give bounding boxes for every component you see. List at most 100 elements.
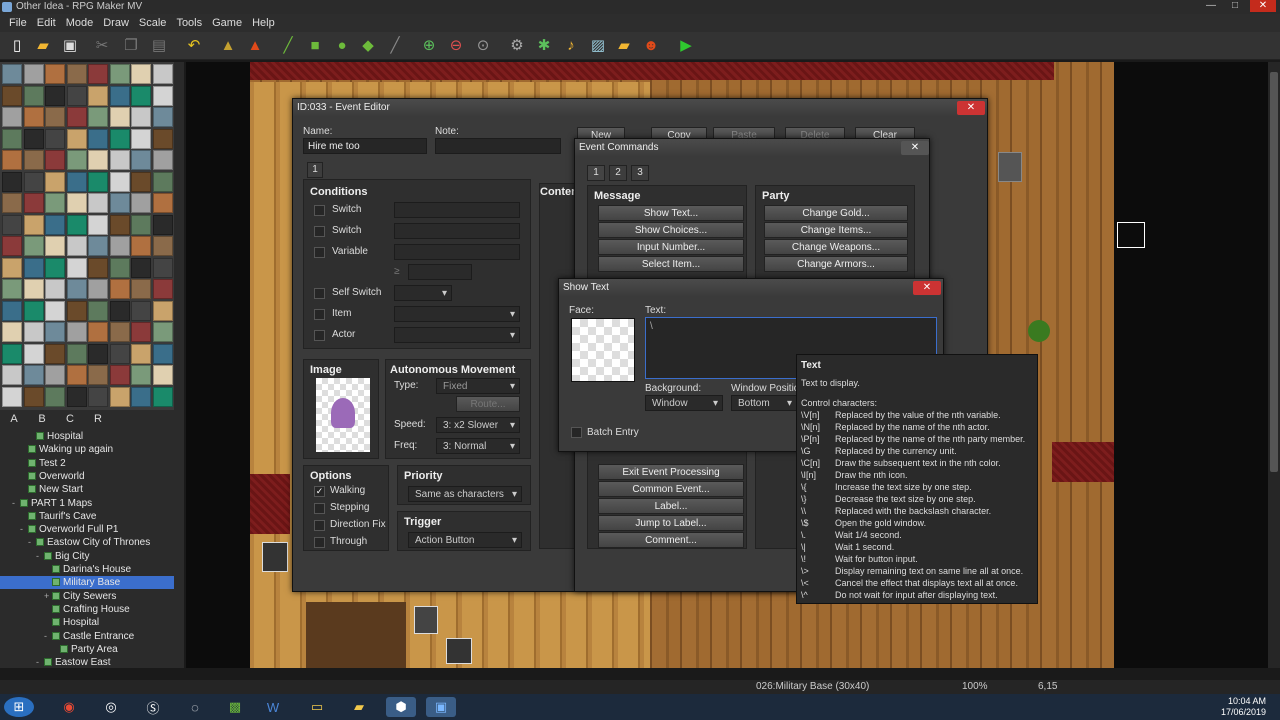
tile[interactable] (152, 343, 173, 364)
tile[interactable] (109, 322, 130, 342)
tile[interactable] (66, 64, 87, 84)
tile[interactable] (88, 300, 108, 321)
tile[interactable] (23, 128, 44, 149)
map-tree-item[interactable]: Crafting House (0, 603, 174, 616)
map-tree-item[interactable]: - Big City (0, 550, 174, 563)
tile[interactable] (88, 214, 108, 235)
tile[interactable] (88, 128, 108, 149)
tile[interactable] (23, 85, 44, 106)
zoom-out-icon[interactable]: ⊖ (446, 36, 466, 56)
tile[interactable] (66, 171, 87, 192)
tile[interactable] (88, 279, 108, 299)
shadow-pen-icon[interactable]: ╱ (385, 36, 405, 56)
tile[interactable] (131, 150, 151, 170)
tile[interactable] (109, 365, 130, 385)
tile[interactable] (66, 365, 87, 385)
tile[interactable] (109, 279, 130, 299)
map-scrollbar[interactable] (1268, 62, 1280, 668)
menu-file[interactable]: File (4, 17, 32, 29)
tile[interactable] (66, 300, 87, 321)
tile[interactable] (45, 64, 65, 84)
tab-a[interactable]: A (0, 410, 28, 428)
tile[interactable] (131, 300, 151, 321)
tile[interactable] (45, 365, 65, 385)
face-image-slot[interactable] (571, 318, 635, 382)
tile[interactable] (152, 171, 173, 192)
tile[interactable] (2, 365, 22, 385)
event-image[interactable] (316, 378, 370, 452)
tile[interactable] (66, 85, 87, 106)
tile[interactable] (131, 85, 151, 106)
show-choices-button[interactable]: Show Choices... (598, 222, 744, 238)
tile[interactable] (109, 150, 130, 170)
menu-mode[interactable]: Mode (61, 17, 99, 29)
exit-event-processing-button[interactable]: Exit Event Processing (598, 464, 744, 480)
tile[interactable] (23, 365, 44, 385)
input-number-button[interactable]: Input Number... (598, 239, 744, 255)
tab-r[interactable]: R (84, 410, 112, 428)
commands-tab-2[interactable]: 2 (609, 165, 627, 181)
map-tree-item[interactable]: Overworld (0, 470, 174, 483)
map-tree-item[interactable]: Test 2 (0, 457, 174, 470)
background-dropdown[interactable]: Window (645, 395, 723, 411)
commands-tab-1[interactable]: 1 (587, 165, 605, 181)
tile[interactable] (152, 64, 173, 84)
comment-button[interactable]: Comment... (598, 532, 744, 548)
vscode-icon[interactable]: ▣ (426, 697, 456, 717)
app-icon[interactable]: ◌ (180, 697, 210, 717)
name-field[interactable]: Hire me too (303, 138, 427, 154)
tile[interactable] (109, 386, 130, 407)
variable-value-field[interactable] (408, 264, 472, 280)
tile[interactable] (2, 150, 22, 170)
tile[interactable] (23, 150, 44, 170)
tile[interactable] (2, 386, 22, 407)
event-mode-icon[interactable]: ▲ (245, 36, 265, 56)
database-icon[interactable]: ⚙ (507, 36, 527, 56)
commands-tab-3[interactable]: 3 (631, 165, 649, 181)
tile[interactable] (131, 279, 151, 299)
tile[interactable] (2, 300, 22, 321)
tile[interactable] (88, 322, 108, 342)
map-tree-item[interactable]: New Start (0, 483, 174, 496)
item-checkbox[interactable] (314, 309, 325, 320)
palette-scrollbar[interactable] (174, 62, 184, 410)
tile[interactable] (23, 343, 44, 364)
map-tree-item[interactable]: - Eastow City of Thrones (0, 536, 174, 549)
fill-icon[interactable]: ◆ (358, 36, 378, 56)
variable-field[interactable] (394, 244, 520, 260)
tile[interactable] (131, 386, 151, 407)
tile[interactable] (88, 193, 108, 213)
menu-game[interactable]: Game (207, 17, 247, 29)
batch-entry-checkbox[interactable] (571, 427, 582, 438)
tile[interactable] (131, 193, 151, 213)
save-icon[interactable]: ▣ (60, 36, 80, 56)
playtest-icon[interactable]: ▶ (676, 36, 696, 56)
change-items-button[interactable]: Change Items... (764, 222, 908, 238)
explorer-icon[interactable]: ▭ (302, 697, 332, 717)
map-tree-item[interactable]: + City Sewers (0, 590, 174, 603)
tab-page-1[interactable]: 1 (307, 162, 323, 178)
cut-icon[interactable]: ✂ (92, 36, 112, 56)
character-gen-icon[interactable]: ▨ (588, 36, 608, 56)
tile[interactable] (2, 193, 22, 213)
tile[interactable] (152, 386, 173, 407)
tile[interactable] (109, 300, 130, 321)
tile[interactable] (131, 128, 151, 149)
tile[interactable] (109, 107, 130, 127)
change-armors-button[interactable]: Change Armors... (764, 256, 908, 272)
menu-help[interactable]: Help (247, 17, 280, 29)
tile[interactable] (152, 193, 173, 213)
map-tree-item[interactable]: Taurif's Cave (0, 510, 174, 523)
map-tree-item[interactable]: Darina's House (0, 563, 174, 576)
tile[interactable] (88, 386, 108, 407)
map-tree-item[interactable]: Party Area (0, 643, 174, 656)
map-tree-item[interactable]: Hospital (0, 430, 174, 443)
map-tree-item[interactable]: Hospital (0, 616, 174, 629)
variable-checkbox[interactable] (314, 247, 325, 258)
map-mode-icon[interactable]: ▲ (218, 36, 238, 56)
common-event-button[interactable]: Common Event... (598, 481, 744, 497)
zoom-reset-icon[interactable]: ⊙ (473, 36, 493, 56)
tile[interactable] (109, 171, 130, 192)
tile[interactable] (88, 107, 108, 127)
tile[interactable] (131, 107, 151, 127)
